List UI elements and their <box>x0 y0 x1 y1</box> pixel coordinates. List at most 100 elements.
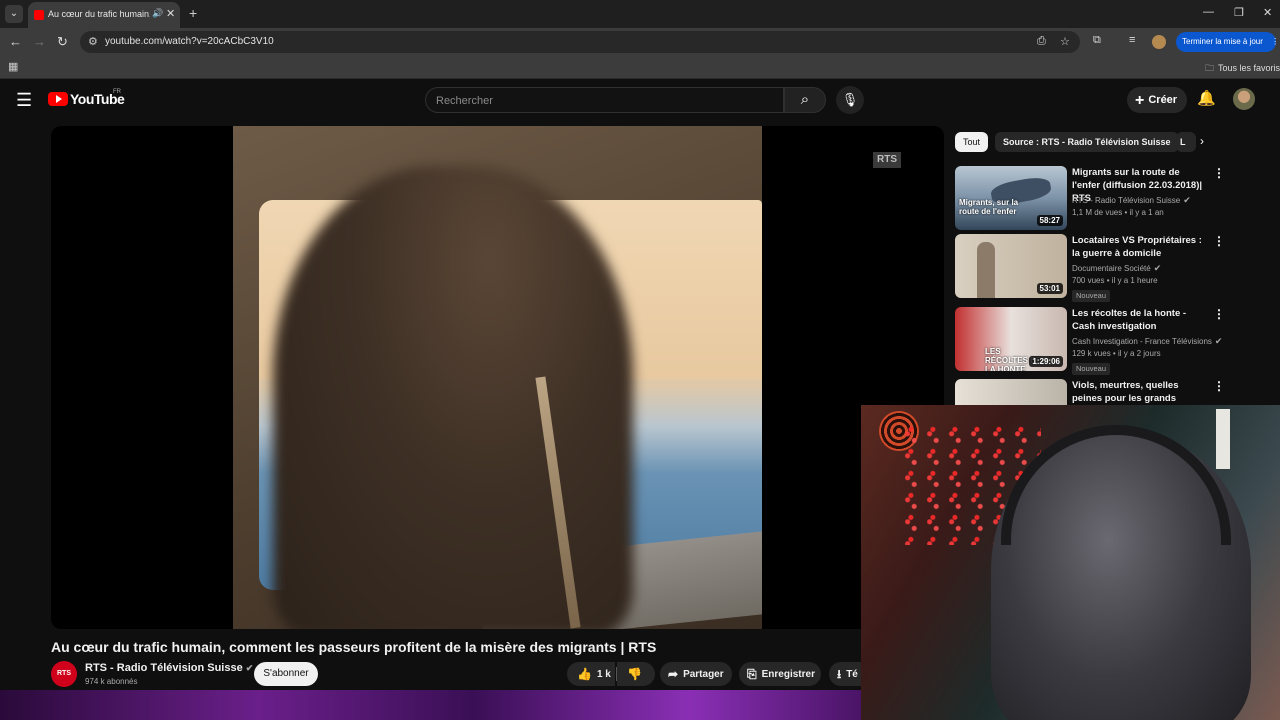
install-app-icon[interactable]: ⎙ <box>1037 35 1046 48</box>
recommendation-meta: 129 k vues • il y a 2 jours <box>1072 349 1161 358</box>
bookmark-star-icon[interactable]: ☆ <box>1060 35 1070 48</box>
video-frame <box>233 126 762 629</box>
save-button[interactable]: ⎘ Enregistrer <box>739 662 821 686</box>
recommendation-title[interactable]: Locataires VS Propriétaires : la guerre … <box>1072 234 1204 260</box>
stream-overlay-strip <box>0 690 862 720</box>
share-button[interactable]: ➦ Partager <box>660 662 732 686</box>
tab-search-chevron-icon[interactable]: ⌄ <box>5 5 23 23</box>
browser-tab-strip: ⌄ Au cœur du trafic humain, c 🔊 ✕ + — ❐ … <box>0 0 1280 28</box>
folder-icon: 🗀 <box>1205 63 1215 73</box>
create-label: Créer <box>1148 94 1178 106</box>
all-bookmarks-label: Tous les favoris <box>1218 63 1280 73</box>
verified-check-icon: ✔ <box>1214 336 1223 346</box>
back-arrow-icon[interactable]: ← <box>9 34 22 49</box>
more-options-icon[interactable]: ⋮ <box>1271 37 1279 46</box>
more-actions-icon[interactable]: ⋮ <box>1213 379 1225 393</box>
create-button[interactable]: + Créer <box>1127 87 1187 113</box>
channel-name-text[interactable]: RTS - Radio Télévision Suisse <box>85 662 243 674</box>
search-button[interactable]: ⌕ <box>784 87 826 113</box>
forward-arrow-icon[interactable]: → <box>33 34 46 49</box>
recommendation-item[interactable]: Migrants, sur la route de l'enfer 58:27 … <box>955 166 1275 232</box>
new-badge: Nouveau <box>1072 363 1111 375</box>
all-bookmarks-button[interactable]: 🗀 Tous les favoris <box>1205 61 1280 77</box>
thumbnail-caption: Migrants, sur la route de l'enfer <box>959 198 1019 216</box>
share-label: Partager <box>683 669 724 680</box>
dislike-button[interactable]: 👎 <box>617 662 655 686</box>
download-icon: ⭳ <box>837 667 842 681</box>
recommendation-channel-name: RTS - Radio Télévision Suisse <box>1072 196 1181 205</box>
site-info-icon[interactable]: ⚙ <box>88 35 98 48</box>
duration-badge: 53:01 <box>1036 283 1063 294</box>
recommendation-channel[interactable]: Documentaire Société ✔ <box>1072 263 1232 274</box>
recommendation-item[interactable]: LES RÉCOLTES DE LA HONTE 1:29:06 Les réc… <box>955 307 1275 375</box>
duration-badge: 1:29:06 <box>1029 356 1063 367</box>
thumbs-down-icon: 👎 <box>627 667 642 681</box>
new-tab-plus-icon[interactable]: + <box>189 5 197 21</box>
thumbs-up-icon: 👍 <box>577 667 592 681</box>
more-actions-icon[interactable]: ⋮ <box>1213 307 1225 321</box>
url-text[interactable]: youtube.com/watch?v=20cACbC3V10 <box>105 36 274 47</box>
like-button[interactable]: 👍 1 k <box>567 662 615 686</box>
recommendation-title[interactable]: Les récoltes de la honte - Cash investig… <box>1072 307 1204 333</box>
like-count: 1 k <box>596 669 611 680</box>
search-box[interactable] <box>425 87 784 113</box>
apps-grid-icon[interactable]: ▦ <box>8 60 18 73</box>
video-thumbnail[interactable]: 53:01 <box>955 234 1067 298</box>
recommendation-item[interactable]: 53:01 Locataires VS Propriétaires : la g… <box>955 234 1275 302</box>
voice-search-button[interactable]: 🎙 <box>836 86 864 114</box>
youtube-favicon-icon <box>34 10 44 20</box>
reload-icon[interactable]: ↻ <box>57 34 68 50</box>
lamp <box>1216 409 1230 469</box>
notifications-bell-icon[interactable]: 🔔 <box>1197 89 1216 107</box>
more-actions-icon[interactable]: ⋮ <box>1213 166 1225 180</box>
subscriber-count: 974 k abonnés <box>85 677 138 686</box>
video-title: Au cœur du trafic humain, comment les pa… <box>51 639 657 655</box>
recommendation-channel-name: Cash Investigation - France Télévisions <box>1072 337 1212 346</box>
channel-name[interactable]: RTS - Radio Télévision Suisse ✔ <box>85 662 253 674</box>
reading-list-icon[interactable]: ≡ <box>1129 34 1135 46</box>
chevron-right-icon[interactable]: › <box>1200 134 1204 148</box>
address-bar[interactable]: ⚙ youtube.com/watch?v=20cACbC3V10 ⎙ ☆ <box>80 31 1080 53</box>
update-button[interactable]: Terminer la mise à jour ⋮ <box>1176 32 1279 52</box>
tab-close-icon[interactable]: ✕ <box>166 7 175 20</box>
recommendation-channel[interactable]: RTS - Radio Télévision Suisse ✔ <box>1072 195 1232 206</box>
video-player[interactable]: RTS <box>51 126 944 629</box>
country-code: FR <box>113 89 121 95</box>
bookmarks-bar: ▦ 🗀 Tous les favoris <box>0 56 1280 79</box>
chip-source-rts[interactable]: Source : RTS - Radio Télévision Suisse <box>995 132 1179 152</box>
verified-check-icon: ✔ <box>245 663 254 673</box>
bookmark-icon: ⎘ <box>747 667 757 681</box>
extensions-icon[interactable]: ⧉ <box>1093 34 1101 47</box>
update-button-label: Terminer la mise à jour <box>1182 37 1263 46</box>
minimize-icon[interactable]: — <box>1203 6 1214 18</box>
chip-all[interactable]: Tout <box>955 132 989 152</box>
hamburger-menu-icon[interactable]: ☰ <box>16 90 32 111</box>
recommendation-channel[interactable]: Cash Investigation - France Télévisions ✔ <box>1072 336 1232 347</box>
person-shape <box>977 242 995 298</box>
verified-check-icon: ✔ <box>1183 195 1191 205</box>
profile-avatar[interactable] <box>1152 35 1166 49</box>
speaker-icon[interactable]: 🔊 <box>152 8 163 19</box>
subscribe-button[interactable]: S'abonner <box>254 662 318 686</box>
recommendation-meta: 1,1 M de vues • il y a 1 an <box>1072 208 1164 217</box>
video-thumbnail[interactable]: Migrants, sur la route de l'enfer 58:27 <box>955 166 1067 230</box>
more-actions-icon[interactable]: ⋮ <box>1213 234 1225 248</box>
browser-tab-active[interactable]: Au cœur du trafic humain, c 🔊 ✕ <box>28 2 180 28</box>
youtube-logo-icon[interactable] <box>48 92 68 106</box>
chip-more[interactable]: L <box>1176 132 1196 152</box>
new-badge: Nouveau <box>1072 290 1111 302</box>
channel-avatar[interactable]: RTS <box>51 661 77 687</box>
maximize-icon[interactable]: ❐ <box>1234 6 1244 19</box>
plus-icon: + <box>1135 92 1145 109</box>
recommendation-channel-name: Documentaire Société <box>1072 264 1151 273</box>
person-silhouette <box>273 166 633 629</box>
tab-title: Au cœur du trafic humain, c <box>48 9 150 19</box>
account-avatar[interactable] <box>1233 88 1255 110</box>
video-thumbnail[interactable]: LES RÉCOLTES DE LA HONTE 1:29:06 <box>955 307 1067 371</box>
webcam-overlay <box>861 405 1280 720</box>
download-label: Té <box>846 669 858 680</box>
duration-badge: 58:27 <box>1036 215 1063 226</box>
search-icon: ⌕ <box>800 91 810 108</box>
window-close-icon[interactable]: ✕ <box>1263 6 1272 19</box>
search-input[interactable] <box>436 93 766 109</box>
